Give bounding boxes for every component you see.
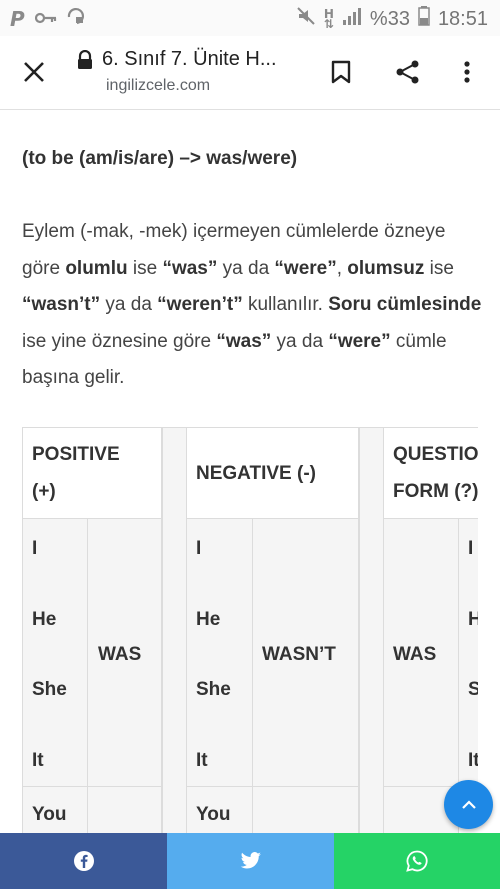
q-subject-she: S — [468, 679, 478, 700]
data-h-icon: H ⇅ — [323, 7, 334, 31]
positive-subjects-cell: I He She It — [22, 518, 88, 787]
battery-icon — [418, 6, 430, 32]
paragraph-bold-term: “were” — [328, 330, 391, 352]
more-menu-button[interactable] — [447, 52, 487, 92]
paragraph-text: kullanılır. — [242, 294, 329, 315]
paragraph-text: ise yine öznesine göre — [22, 330, 217, 352]
facebook-icon — [73, 851, 94, 871]
paragraph-bold-term: “was” — [216, 330, 272, 352]
clock: 18:51 — [437, 7, 488, 30]
p-notification-icon: P — [10, 7, 25, 31]
question-header-line2: FORM (?) — [393, 481, 478, 502]
question-verb-cell: WAS — [383, 518, 459, 787]
status-bar: P H ⇅ %33 18:51 — [0, 0, 500, 36]
spacer-column — [162, 427, 187, 847]
grammar-table[interactable]: POSITIVE (+) I He She It WAS You NEGATIV… — [22, 427, 478, 847]
negative-header-cell: NEGATIVE (-) — [186, 427, 359, 519]
spacer-column-2 — [359, 427, 384, 847]
chevron-up-icon — [461, 799, 476, 809]
positive-header-line1: POSITIVE — [32, 444, 120, 465]
page-title-area[interactable]: 6. Sınıf 7. Ünite H... ingilizcele.com — [76, 48, 306, 95]
subject-he: He — [32, 609, 57, 630]
share-button[interactable] — [388, 52, 428, 92]
twitter-share-button[interactable] — [167, 833, 334, 889]
neg-subject-he: He — [196, 609, 221, 630]
close-button[interactable] — [14, 52, 54, 92]
page-url: ingilizcele.com — [106, 77, 211, 94]
page-title: 6. Sınıf 7. Ünite H... — [102, 48, 277, 70]
question-header-cell: QUESTIO FORM (?) — [383, 427, 478, 519]
paragraph-text: ya da — [217, 257, 275, 279]
whatsapp-share-button[interactable] — [334, 833, 500, 889]
paragraph-bold-term: “was” — [162, 257, 218, 279]
paragraph-bold-term: olumsuz — [347, 257, 425, 279]
positive-verb: WAS — [98, 644, 142, 665]
negative-header: NEGATIVE (-) — [196, 463, 316, 484]
key-icon — [34, 8, 57, 30]
subject-you: You — [32, 804, 67, 825]
bookmark-button[interactable] — [321, 52, 361, 92]
paragraph-bold-term: “wasn’t” — [22, 294, 101, 315]
paragraph-text: ise — [424, 257, 454, 279]
neg-subject-i: I — [196, 538, 202, 559]
negative-verb: WASN’T — [262, 644, 336, 665]
neg-subject-it: It — [196, 750, 208, 771]
positive-header-line2: (+) — [32, 481, 56, 502]
share-icon — [396, 60, 419, 84]
signal-icon — [342, 7, 362, 31]
vpn-icon — [67, 7, 85, 31]
share-bar — [0, 833, 500, 889]
question-header-line1: QUESTIO — [393, 444, 478, 465]
bookmark-icon — [331, 60, 351, 84]
positive-header-cell: POSITIVE (+) — [22, 427, 162, 519]
article-paragraph: Eylem (-mak, -mek) içermeyen cümlelerde … — [22, 214, 482, 397]
paragraph-bold-term: olumlu — [65, 257, 128, 279]
scroll-top-button[interactable] — [444, 780, 493, 829]
lock-icon — [78, 49, 92, 69]
q-subject-i: I — [468, 538, 474, 559]
neg-subject-you: You — [196, 804, 231, 825]
subject-i: I — [32, 538, 38, 559]
question-subjects-cell: I H S It — [458, 518, 478, 787]
mute-icon — [296, 6, 316, 32]
paragraph-text: , — [336, 257, 348, 279]
paragraph-text: ya da — [271, 330, 329, 352]
paragraph-text: ya da — [100, 294, 158, 315]
twitter-icon — [240, 852, 261, 869]
facebook-share-button[interactable] — [0, 833, 167, 889]
paragraph-bold-term: “were” — [274, 257, 337, 279]
question-verb: WAS — [393, 644, 437, 665]
section-heading: (to be (am/is/are) –> was/were) — [22, 148, 298, 169]
neg-subject-she: She — [196, 679, 231, 700]
subject-it: It — [32, 750, 44, 771]
q-subject-it: It — [468, 750, 478, 771]
browser-toolbar: 6. Sınıf 7. Ünite H... ingilizcele.com — [0, 36, 500, 110]
battery-percent: %33 — [369, 7, 410, 30]
paragraph-text: ise — [127, 257, 163, 279]
paragraph-bold-term: Soru cümlesinde — [328, 294, 482, 315]
positive-verb-cell: WAS — [87, 518, 162, 787]
paragraph-bold-term: “weren’t” — [157, 294, 243, 315]
more-vert-icon — [464, 61, 470, 83]
negative-subjects-cell: I He She It — [186, 518, 253, 787]
q-subject-he: H — [468, 609, 478, 630]
subject-she: She — [32, 679, 67, 700]
negative-verb-cell: WASN’T — [252, 518, 359, 787]
whatsapp-icon — [406, 850, 428, 872]
close-icon — [24, 62, 44, 82]
